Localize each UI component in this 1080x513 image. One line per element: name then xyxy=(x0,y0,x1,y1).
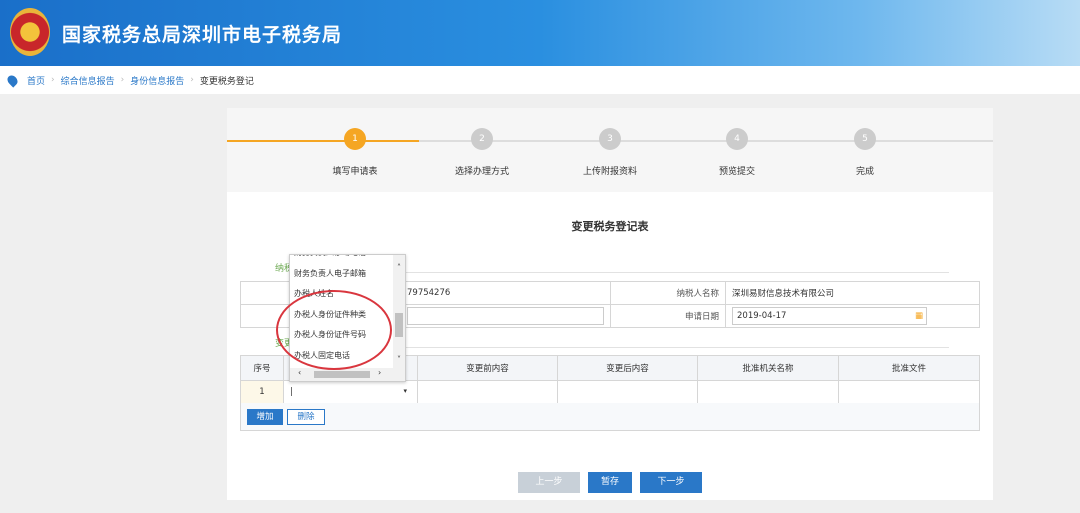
breadcrumb: 首页 › 综合信息报告 › 身份信息报告 › 变更税务登记 xyxy=(0,66,1080,94)
tax-logo xyxy=(10,8,50,56)
text-input[interactable] xyxy=(407,307,604,325)
chevron-right-icon: › xyxy=(378,368,382,377)
tax-id-value: 79754276 xyxy=(400,281,611,305)
location-pin-icon xyxy=(5,72,20,88)
calendar-icon[interactable]: ▦ xyxy=(915,310,923,323)
chevron-up-icon: ˄ xyxy=(397,263,401,272)
chevron-left-icon: ‹ xyxy=(298,368,302,377)
date-input[interactable]: 2019-04-17 ▦ xyxy=(732,307,927,325)
horizontal-scrollbar[interactable]: ‹ › xyxy=(290,368,405,381)
breadcrumb-home[interactable]: 首页 xyxy=(27,74,45,87)
site-title: 国家税务总局深圳市电子税务局 xyxy=(62,24,343,46)
annotation-circle xyxy=(276,290,392,370)
prev-step-button[interactable]: 上一步 xyxy=(518,472,580,493)
row-actions: 增加 删除 xyxy=(240,403,980,431)
save-draft-button[interactable]: 暂存 xyxy=(588,472,632,493)
taxpayer-name-value: 深圳易财信息技术有限公司 xyxy=(725,281,980,305)
breadcrumb-report[interactable]: 综合信息报告 xyxy=(61,74,115,87)
step-progress: 1 填写申请表 2 选择办理方式 3 上传附报资料 4 预览提交 5 完成 xyxy=(227,108,993,192)
form-title: 变更税务登记表 xyxy=(571,220,649,233)
dropdown-option[interactable]: 财务负责人移动电话 xyxy=(290,255,405,264)
main-panel: 1 填写申请表 2 选择办理方式 3 上传附报资料 4 预览提交 5 完成 变更税务登记表… xyxy=(227,108,993,500)
breadcrumb-current: 变更税务登记 xyxy=(199,76,254,87)
add-button[interactable]: 增加 xyxy=(247,409,283,425)
chevron-down-icon: ˅ xyxy=(397,355,401,364)
change-item-select[interactable]: | ▾ xyxy=(283,380,418,404)
vertical-scrollbar[interactable]: ˄ ˅ xyxy=(393,255,405,368)
delete-button[interactable]: 删除 xyxy=(287,409,325,425)
table-row: 1 | ▾ xyxy=(240,380,980,404)
next-step-button[interactable]: 下一步 xyxy=(640,472,702,493)
caret-down-icon: ▾ xyxy=(403,387,407,395)
step-4: 4 预览提交 xyxy=(677,128,797,177)
step-2: 2 选择办理方式 xyxy=(422,128,542,177)
breadcrumb-identity[interactable]: 身份信息报告 xyxy=(130,74,184,87)
step-3: 3 上传附报资料 xyxy=(550,128,670,177)
dropdown-option[interactable]: 财务负责人电子邮箱 xyxy=(290,264,405,285)
step-5: 5 完成 xyxy=(805,128,925,177)
header: 国家税务总局深圳市电子税务局 xyxy=(0,0,1080,66)
step-1: 1 填写申请表 xyxy=(295,128,415,177)
